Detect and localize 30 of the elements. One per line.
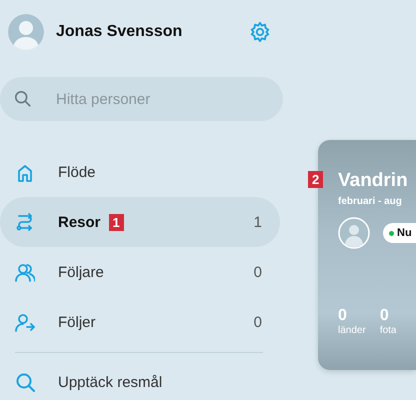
trip-title: Vandrin [338, 170, 409, 192]
nav-item[interactable]: Följare 0 [0, 247, 280, 297]
status-dot [389, 230, 394, 236]
avatar [8, 14, 44, 50]
nav-item[interactable]: Upptäck resmål [0, 367, 280, 397]
count: 0 [254, 314, 262, 330]
status-pill: Nu [383, 223, 416, 243]
trip-dates: februari - aug [338, 196, 403, 207]
search-field[interactable]: Hitta personer [0, 77, 283, 121]
home-icon [15, 162, 35, 182]
search-icon [15, 372, 35, 392]
stat-label: länder [338, 325, 366, 336]
nav-item[interactable]: Flöde [0, 147, 280, 197]
stat-label: fota [380, 325, 396, 336]
person-arrow-icon [15, 312, 35, 332]
nav-item[interactable]: Resor 1 1 [0, 197, 280, 247]
people-icon [15, 262, 35, 282]
route-icon [15, 212, 35, 232]
count: 0 [254, 264, 262, 280]
search-icon [14, 90, 32, 108]
stat-value: 0 [338, 307, 348, 325]
user-name: Jonas Svensson [56, 23, 184, 41]
count: 1 [254, 214, 262, 230]
nav-item[interactable]: Följer 0 [0, 297, 280, 347]
marker-badge: 1 [108, 214, 124, 230]
trip-card[interactable]: Vandrin februari - aug Nu 0 länder 0 fota [318, 140, 416, 370]
stat-value: 0 [380, 307, 390, 325]
settings-icon[interactable] [249, 21, 271, 43]
avatar [338, 217, 370, 249]
marker-badge: 2 [308, 171, 324, 188]
